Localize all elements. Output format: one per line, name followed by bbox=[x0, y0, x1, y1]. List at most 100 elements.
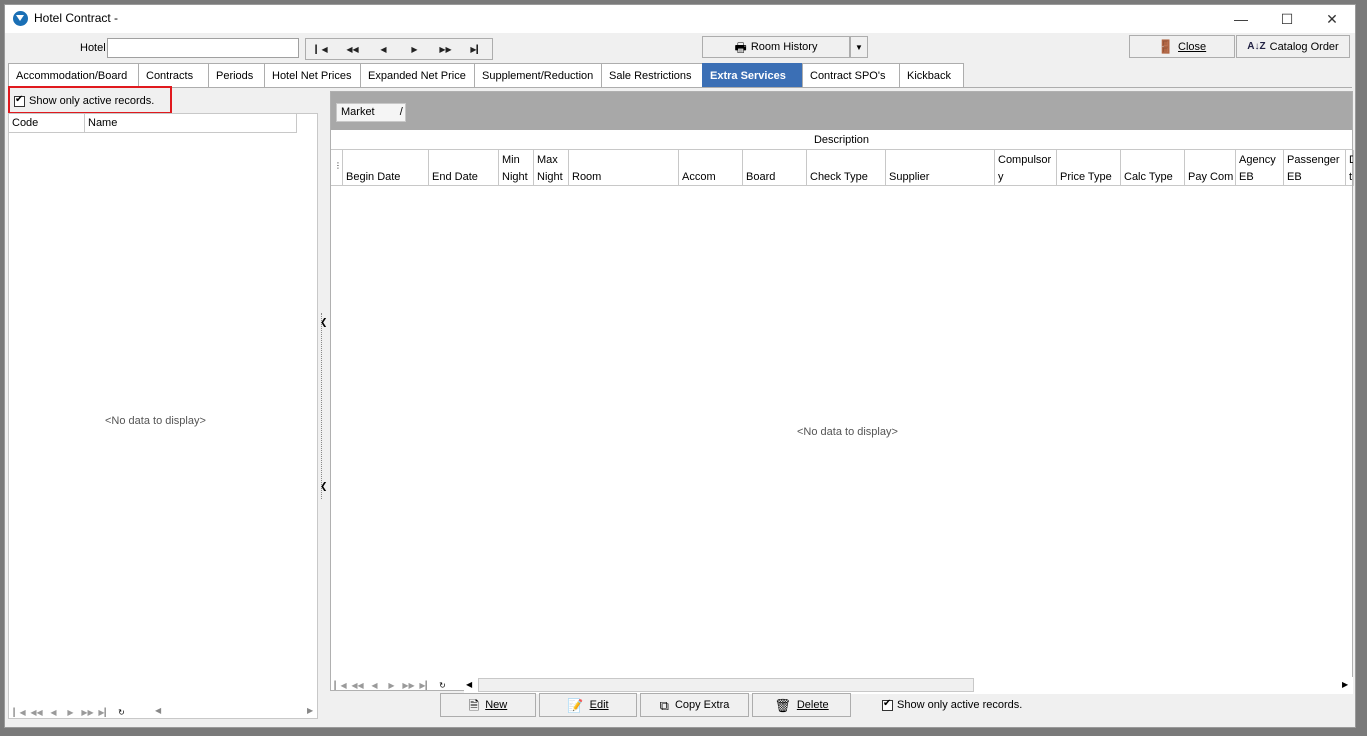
prev-record-icon[interactable]: ◀ bbox=[45, 705, 62, 719]
tab-sale-restrictions[interactable]: Sale Restrictions bbox=[601, 63, 703, 87]
last-record-icon[interactable]: ▶▎ bbox=[96, 705, 113, 719]
prev-record-icon[interactable]: ◀ bbox=[366, 678, 383, 692]
scroll-left-icon[interactable]: ◀ bbox=[466, 680, 472, 689]
minimize-button[interactable]: — bbox=[1218, 5, 1264, 33]
column-header-supplier[interactable]: Supplier bbox=[886, 150, 995, 186]
column-header-pay-com[interactable]: Pay Com bbox=[1185, 150, 1236, 186]
prev-page-icon[interactable]: ◀◀ bbox=[349, 678, 366, 692]
scroll-left-icon[interactable]: ◀ bbox=[155, 706, 161, 715]
tab-extra-services[interactable]: Extra Services bbox=[702, 63, 803, 87]
extra-services-grid: Market / Description ⋮ Begin Date End Dat… bbox=[330, 91, 1354, 694]
prev-page-icon[interactable]: ◀◀ bbox=[28, 705, 45, 719]
checkbox-icon[interactable] bbox=[882, 698, 893, 711]
column-header-agency-eb[interactable]: Agency EB bbox=[1236, 150, 1284, 186]
column-header-compulsory[interactable]: Compulsor y bbox=[995, 150, 1057, 186]
left-grid: Code Name <No data to display> ▎◀ ◀◀ ◀ ▶… bbox=[8, 113, 318, 719]
column-header-max-night[interactable]: Max Night bbox=[534, 150, 569, 186]
column-header-top-text: Min bbox=[502, 154, 520, 166]
panel-splitter[interactable]: ❮ ❮ bbox=[320, 313, 329, 499]
horizontal-scrollbar[interactable]: ◀ ▶ bbox=[464, 677, 1353, 694]
edit-button[interactable]: 📝 Edit bbox=[539, 693, 637, 717]
trash-icon: 🗑 bbox=[774, 697, 791, 713]
column-header-calc-type[interactable]: Calc Type bbox=[1121, 150, 1185, 186]
column-header-end-date[interactable]: End Date bbox=[429, 150, 499, 186]
tab-kickback[interactable]: Kickback bbox=[899, 63, 964, 87]
next-record-icon[interactable]: ▶ bbox=[383, 678, 400, 692]
column-header-board[interactable]: Board bbox=[743, 150, 807, 186]
room-history-dropdown[interactable]: ▼ bbox=[850, 36, 868, 58]
edit-icon: 📝 bbox=[567, 697, 584, 713]
tab-accommodation-board[interactable]: Accommodation/Board bbox=[8, 63, 139, 87]
group-by-label: Market bbox=[341, 106, 375, 118]
refresh-icon[interactable]: ↻ bbox=[434, 678, 451, 692]
column-header-name[interactable]: Name bbox=[85, 114, 297, 133]
new-button[interactable]: 🗎 New bbox=[440, 693, 536, 717]
hotel-label: Hotel bbox=[80, 42, 106, 54]
hotel-input[interactable] bbox=[107, 38, 299, 58]
close-label-text: Close bbox=[1178, 40, 1207, 53]
group-by-market-tag[interactable]: Market / bbox=[336, 103, 406, 122]
tab-contract-spos[interactable]: Contract SPO's bbox=[802, 63, 900, 87]
column-header-bottom-text: y bbox=[998, 171, 1004, 183]
copy-extra-button[interactable]: ⧉ Copy Extra bbox=[640, 693, 749, 717]
checkbox-icon[interactable] bbox=[14, 94, 25, 107]
column-chooser-icon[interactable]: ⋮ bbox=[331, 150, 343, 186]
scroll-right-icon[interactable]: ▶ bbox=[307, 706, 313, 715]
collapse-left-icon[interactable]: ❮ bbox=[320, 317, 328, 328]
column-header-bottom-text: Night bbox=[537, 171, 563, 183]
right-grid-navigator: ▎◀ ◀◀ ◀ ▶ ▶▶ ▶▎ ↻ bbox=[332, 678, 451, 692]
first-record-icon[interactable]: ▎◀ bbox=[306, 39, 337, 59]
scroll-right-icon[interactable]: ▶ bbox=[1342, 680, 1348, 689]
bottom-show-active-checkbox[interactable]: Show only active records. bbox=[882, 698, 1022, 711]
sort-indicator-icon: / bbox=[399, 106, 403, 118]
column-header-price-type[interactable]: Price Type bbox=[1057, 150, 1121, 186]
column-header-check-type[interactable]: Check Type bbox=[807, 150, 886, 186]
room-history-button[interactable]: 🖶 Room History bbox=[702, 36, 850, 58]
room-history-label: Room History bbox=[750, 41, 818, 53]
next-record-icon[interactable]: ▶ bbox=[399, 39, 430, 59]
tab-expanded-net-price[interactable]: Expanded Net Price bbox=[360, 63, 475, 87]
delete-button[interactable]: 🗑 Delete bbox=[752, 693, 851, 717]
column-header-bottom-text: Pay Com bbox=[1188, 171, 1234, 183]
next-record-icon[interactable]: ▶ bbox=[62, 705, 79, 719]
collapse-left-icon-bottom[interactable]: ❮ bbox=[320, 481, 328, 492]
maximize-button[interactable]: ☐ bbox=[1264, 5, 1310, 33]
tab-supplement-reduction[interactable]: Supplement/Reduction bbox=[474, 63, 602, 87]
left-show-active-checkbox[interactable]: Show only active records. bbox=[14, 94, 154, 107]
first-record-icon[interactable]: ▎◀ bbox=[332, 678, 349, 692]
last-record-icon[interactable]: ▶▎ bbox=[461, 39, 492, 59]
next-page-icon[interactable]: ▶▶ bbox=[79, 705, 96, 719]
tab-label: Hotel Net Prices bbox=[272, 69, 352, 82]
tab-label: Extra Services bbox=[710, 69, 786, 82]
band-header-description: Description bbox=[331, 130, 1352, 150]
close-button[interactable]: 🚪 Close bbox=[1129, 35, 1235, 58]
refresh-icon[interactable]: ↻ bbox=[113, 705, 130, 719]
scrollbar-thumb[interactable] bbox=[478, 678, 974, 692]
column-header-d-t[interactable]: Dt bbox=[1346, 150, 1354, 186]
catalog-order-button[interactable]: A↓Z Catalog Order bbox=[1236, 35, 1350, 58]
column-header-accom[interactable]: Accom bbox=[679, 150, 743, 186]
close-window-button[interactable]: ✕ bbox=[1309, 5, 1355, 33]
catalog-order-label: Catalog Order bbox=[1269, 40, 1339, 53]
app-logo-icon bbox=[13, 11, 28, 26]
tab-contracts[interactable]: Contracts bbox=[138, 63, 209, 87]
column-header-bottom-text: Calc Type bbox=[1124, 171, 1173, 183]
column-header-code[interactable]: Code bbox=[9, 114, 85, 133]
next-page-icon[interactable]: ▶▶ bbox=[430, 39, 461, 59]
column-header-room[interactable]: Room bbox=[569, 150, 679, 186]
prev-record-icon[interactable]: ◀ bbox=[368, 39, 399, 59]
column-header-passenger-eb[interactable]: Passenger EB bbox=[1284, 150, 1346, 186]
right-empty-message: <No data to display> bbox=[797, 426, 898, 438]
left-empty-message: <No data to display> bbox=[105, 415, 206, 427]
first-record-icon[interactable]: ▎◀ bbox=[11, 705, 28, 719]
next-page-icon[interactable]: ▶▶ bbox=[400, 678, 417, 692]
prev-page-icon[interactable]: ◀◀ bbox=[337, 39, 368, 59]
column-header-min-night[interactable]: Min Night bbox=[499, 150, 534, 186]
column-header-row: ⋮ Begin Date End Date Min Night Max Night Room… bbox=[331, 150, 1354, 186]
last-record-icon[interactable]: ▶▎ bbox=[417, 678, 434, 692]
tab-periods[interactable]: Periods bbox=[208, 63, 265, 87]
tab-hotel-net-prices[interactable]: Hotel Net Prices bbox=[264, 63, 361, 87]
column-header-begin-date[interactable]: Begin Date bbox=[343, 150, 429, 186]
tab-label: Supplement/Reduction bbox=[482, 69, 594, 82]
column-header-top-text: Agency bbox=[1239, 154, 1276, 166]
